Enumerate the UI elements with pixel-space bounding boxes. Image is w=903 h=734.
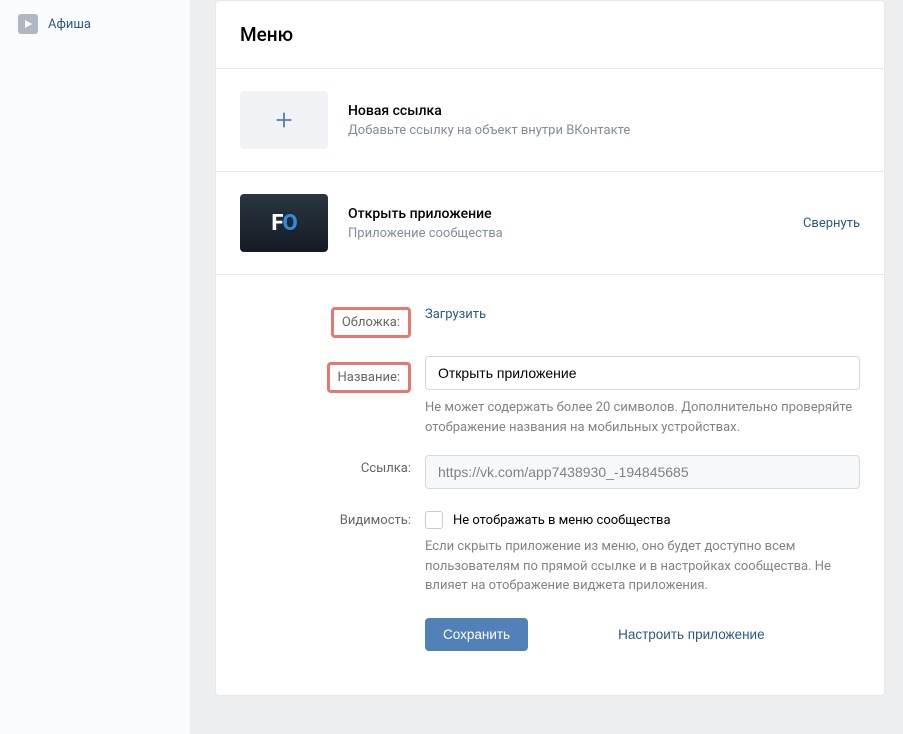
action-row: Сохранить Настроить приложение [425, 618, 860, 651]
new-link-item[interactable]: Новая ссылка Добавьте ссылку на объект в… [216, 69, 884, 172]
visibility-value-col: Не отображать в меню сообщества Если скр… [425, 507, 860, 651]
page-title: Меню [240, 23, 860, 46]
sidebar: Афиша [0, 0, 190, 734]
configure-app-button[interactable]: Настроить приложение [618, 627, 765, 642]
main-content: Меню Новая ссылка Добавьте ссылку на объ… [190, 0, 903, 734]
app-logo-f: F [271, 211, 282, 236]
app-subtitle: Приложение сообщества [348, 226, 803, 241]
app-logo-o: O [282, 211, 296, 236]
form-panel: Обложка: Загрузить Название: Не может со… [216, 275, 884, 695]
row-cover: Обложка: Загрузить [240, 301, 860, 338]
app-item: FO Открыть приложение Приложение сообщес… [216, 172, 884, 275]
new-link-title: Новая ссылка [348, 103, 860, 119]
card-header: Меню [216, 1, 884, 69]
visibility-checkbox[interactable] [425, 511, 443, 529]
row-name: Название: Не может содержать более 20 си… [240, 356, 860, 437]
menu-card: Меню Новая ссылка Добавьте ссылку на объ… [215, 0, 885, 696]
cover-value-col: Загрузить [425, 301, 860, 338]
visibility-checkbox-row: Не отображать в меню сообщества [425, 507, 860, 529]
save-button[interactable]: Сохранить [425, 618, 528, 651]
new-link-text: Новая ссылка Добавьте ссылку на объект в… [348, 103, 860, 138]
app-text: Открыть приложение Приложение сообщества [348, 206, 803, 241]
sidebar-item-label: Афиша [48, 17, 91, 32]
add-thumbnail [240, 91, 328, 149]
link-input [425, 455, 860, 489]
app-title: Открыть приложение [348, 206, 803, 222]
play-icon [18, 14, 38, 34]
sidebar-item-afisha[interactable]: Афиша [0, 8, 190, 40]
visibility-hint: Если скрыть приложение из меню, оно буде… [425, 537, 860, 596]
collapse-button[interactable]: Свернуть [803, 216, 860, 231]
link-label: Ссылка: [240, 455, 425, 489]
upload-button[interactable]: Загрузить [425, 301, 486, 322]
name-label: Название: [327, 362, 412, 393]
app-thumbnail: FO [240, 194, 328, 252]
row-visibility: Видимость: Не отображать в меню сообщест… [240, 507, 860, 651]
new-link-subtitle: Добавьте ссылку на объект внутри ВКонтак… [348, 123, 860, 138]
cover-label: Обложка: [331, 307, 411, 338]
row-link: Ссылка: [240, 455, 860, 489]
cover-label-col: Обложка: [240, 301, 425, 338]
link-value-col [425, 455, 860, 489]
visibility-label: Видимость: [240, 507, 425, 651]
name-hint: Не может содержать более 20 символов. До… [425, 398, 860, 437]
visibility-checkbox-label: Не отображать в меню сообщества [453, 513, 671, 528]
plus-icon [273, 109, 295, 131]
name-value-col: Не может содержать более 20 символов. До… [425, 356, 860, 437]
name-label-col: Название: [240, 356, 425, 437]
name-input[interactable] [425, 356, 860, 390]
